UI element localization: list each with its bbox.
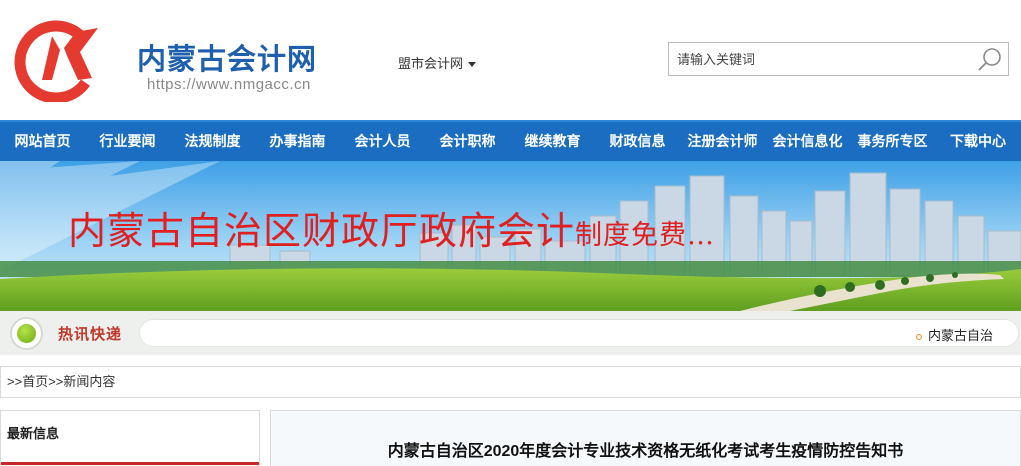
ticker-item[interactable]: 内蒙古自治 (916, 325, 993, 344)
banner-title: 内蒙古自治区财政厅政府会计制度免费… (68, 200, 715, 255)
banner-title-main: 内蒙古自治区财政厅政府会计 (68, 209, 576, 253)
sidebar-title-underline (1, 462, 259, 465)
city-site-dropdown-label: 盟市会计网 (398, 56, 464, 71)
nav-item-cpa[interactable]: 注册会计师 (680, 122, 765, 161)
breadcrumb-current: 新闻内容 (63, 374, 116, 389)
search-input[interactable] (669, 43, 969, 75)
article-panel: 内蒙古自治区2020年度会计专业技术资格无纸化考试考生疫情防控告知书 (270, 410, 1021, 466)
news-ticker: 热讯快递 内蒙古自治 (0, 311, 1021, 355)
search-icon[interactable] (976, 46, 1004, 72)
ticker-bullet-icon (10, 317, 43, 350)
main-nav: 网站首页 行业要闻 法规制度 办事指南 会计人员 会计职称 继续教育 财政信息 … (0, 120, 1021, 161)
nav-item-industry-news[interactable]: 行业要闻 (85, 122, 170, 161)
nav-item-regulations[interactable]: 法规制度 (170, 122, 255, 161)
ticker-track: 内蒙古自治 (139, 319, 1019, 347)
breadcrumb-prefix: >> (7, 374, 23, 389)
latest-info-title: 最新信息 (7, 426, 60, 441)
ticker-item-bullet-icon (916, 333, 922, 340)
banner-title-tail: 制度免费… (575, 220, 716, 251)
ticker-item-text: 内蒙古自治 (928, 328, 994, 343)
nav-item-titles[interactable]: 会计职称 (425, 122, 510, 161)
nav-item-education[interactable]: 继续教育 (510, 122, 595, 161)
nav-item-guide[interactable]: 办事指南 (255, 122, 340, 161)
search-box (668, 42, 1009, 76)
site-url: https://www.nmgacc.cn (147, 76, 311, 93)
nav-item-downloads[interactable]: 下载中心 (935, 122, 1021, 161)
latest-info-panel: 最新信息 (0, 410, 260, 466)
nav-item-firms[interactable]: 事务所专区 (850, 122, 935, 161)
site-logo-icon[interactable] (12, 18, 106, 102)
nav-item-finance-info[interactable]: 财政信息 (595, 122, 680, 161)
ticker-label: 热讯快递 (58, 325, 123, 343)
nav-item-home[interactable]: 网站首页 (0, 122, 85, 161)
breadcrumb: >>首页>>新闻内容 (0, 366, 1021, 398)
city-site-dropdown[interactable]: 盟市会计网 (398, 53, 477, 72)
article-title: 内蒙古自治区2020年度会计专业技术资格无纸化考试考生疫情防控告知书 (387, 443, 904, 460)
nav-item-accountants[interactable]: 会计人员 (340, 122, 425, 161)
site-name[interactable]: 内蒙古会计网 (137, 36, 317, 78)
breadcrumb-home-link[interactable]: 首页 (22, 374, 48, 389)
nav-item-informatization[interactable]: 会计信息化 (765, 122, 850, 161)
breadcrumb-separator: >> (48, 374, 64, 389)
site-header: 内蒙古会计网 https://www.nmgacc.cn 盟市会计网 (0, 0, 1021, 120)
caret-down-icon (468, 62, 477, 68)
